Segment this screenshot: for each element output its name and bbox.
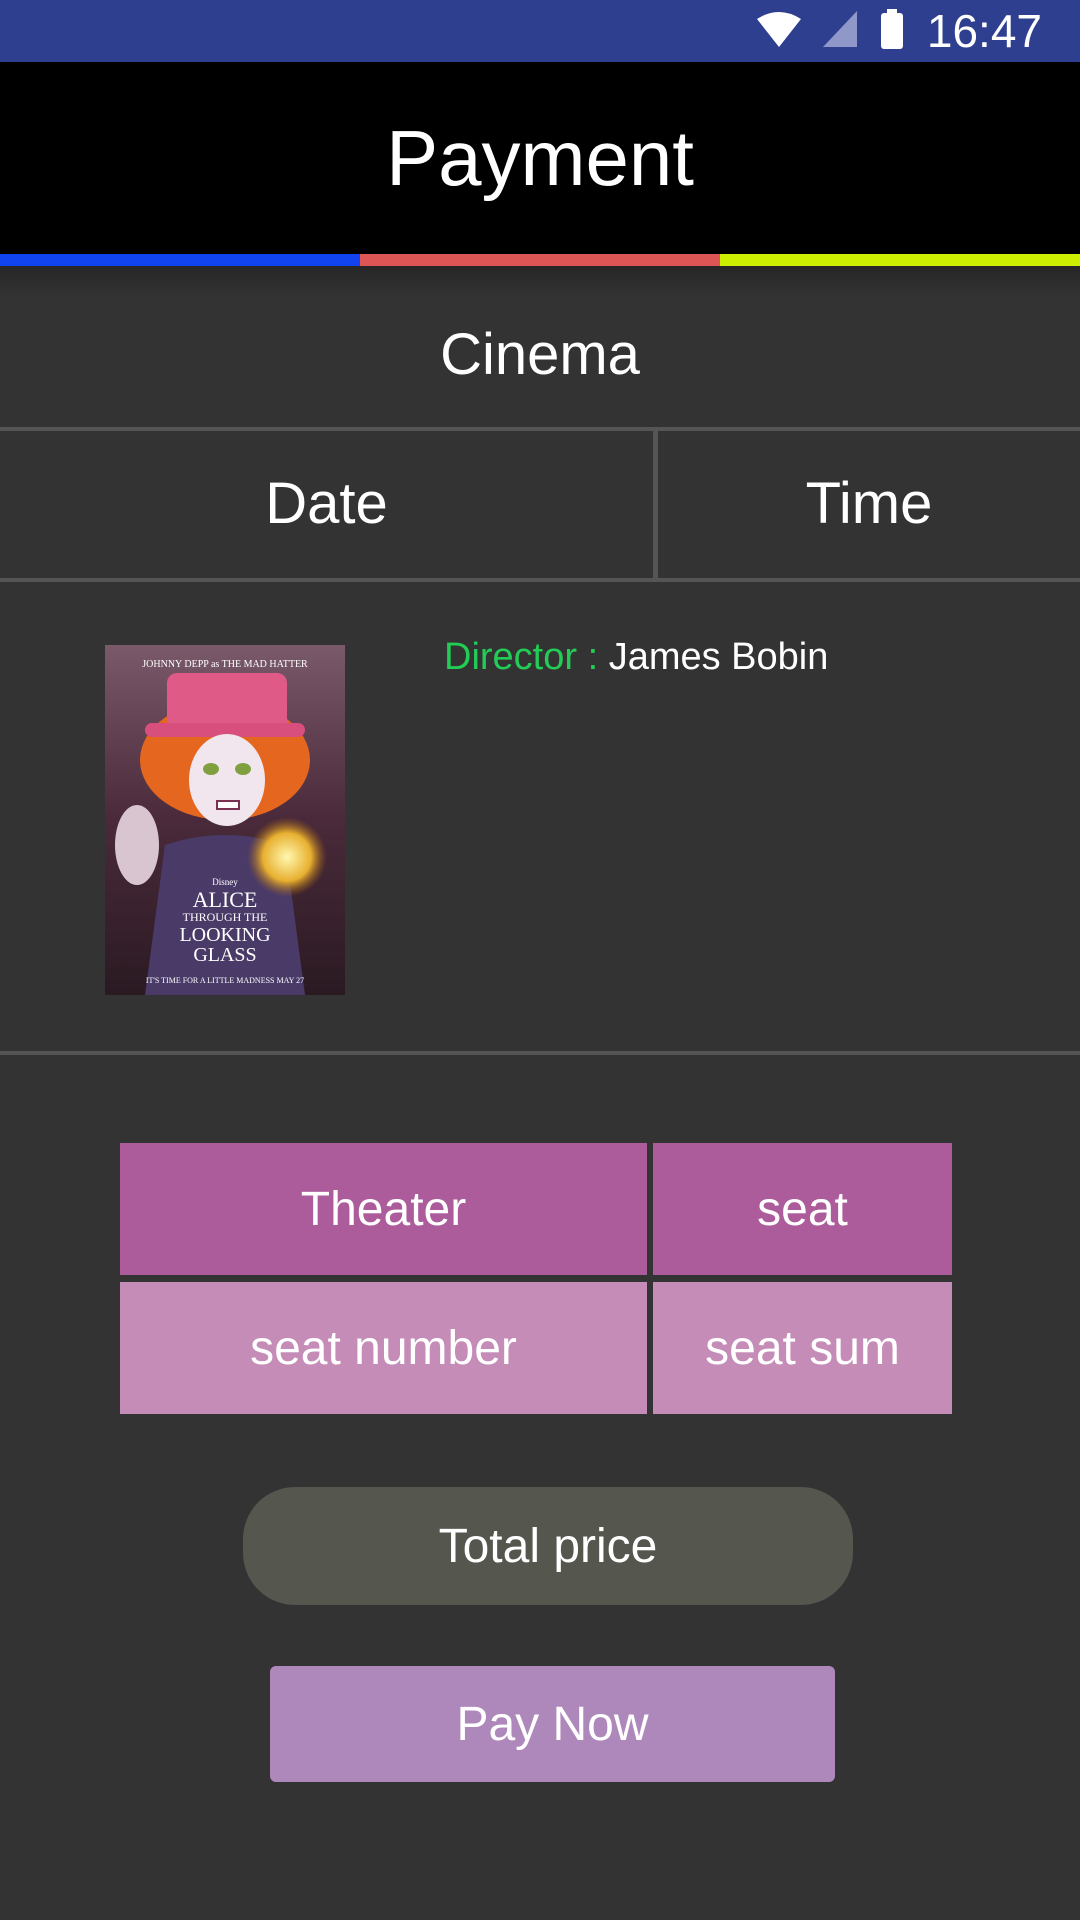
theater-cell[interactable]: Theater [120,1143,647,1275]
accent-segment-green [720,254,1080,266]
cinema-row[interactable]: Cinema [0,282,1080,427]
date-field[interactable]: Date [0,431,653,576]
director-name: James Bobin [608,636,829,678]
time-field[interactable]: Time [658,431,1080,576]
page-title: Payment [386,113,694,202]
seat-sum-label: seat sum [705,1321,900,1375]
theater-label: Theater [300,1182,467,1236]
poster-title-line: THROUGH THE [183,910,268,924]
app-bar: Payment [0,62,1080,254]
poster-brand: Disney [212,877,238,887]
poster-title-line: GLASS [193,944,256,966]
date-label: Date [265,471,388,536]
movie-poster: JOHNNY DEPP as THE MAD HATTER Disney ALI… [105,645,345,995]
wifi-icon [756,11,801,52]
seat-label: seat [757,1182,848,1236]
signal-icon [822,10,857,52]
poster-tagline: IT'S TIME FOR A LITTLE MADNESS MAY 27 [146,976,304,985]
director-info: Director : James Bobin [444,636,828,679]
status-time: 16:47 [926,5,1042,57]
cinema-label: Cinema [440,322,640,387]
status-bar: 16:47 [0,0,1080,62]
pay-now-button[interactable]: Pay Now [270,1666,835,1782]
poster-top-text: JOHNNY DEPP as THE MAD HATTER [142,659,308,670]
director-label: Director : [444,636,609,678]
battery-icon [879,8,905,54]
pay-now-label: Pay Now [456,1697,649,1751]
divider [0,1051,1080,1055]
time-label: Time [805,471,933,536]
accent-segment-blue [0,254,360,266]
poster-title-line: ALICE [193,887,258,912]
poster-title-line: LOOKING [179,924,270,946]
accent-segment-red [360,254,720,266]
seat-number-cell[interactable]: seat number [120,1282,647,1414]
total-price-label: Total price [438,1519,658,1573]
total-price-field[interactable]: Total price [243,1487,853,1605]
seat-sum-cell[interactable]: seat sum [653,1282,952,1414]
divider [0,578,1080,582]
seat-number-label: seat number [250,1321,517,1375]
accent-bar [0,254,1080,266]
status-icons: 16:47 [756,0,1042,62]
seat-cell[interactable]: seat [653,1143,952,1275]
